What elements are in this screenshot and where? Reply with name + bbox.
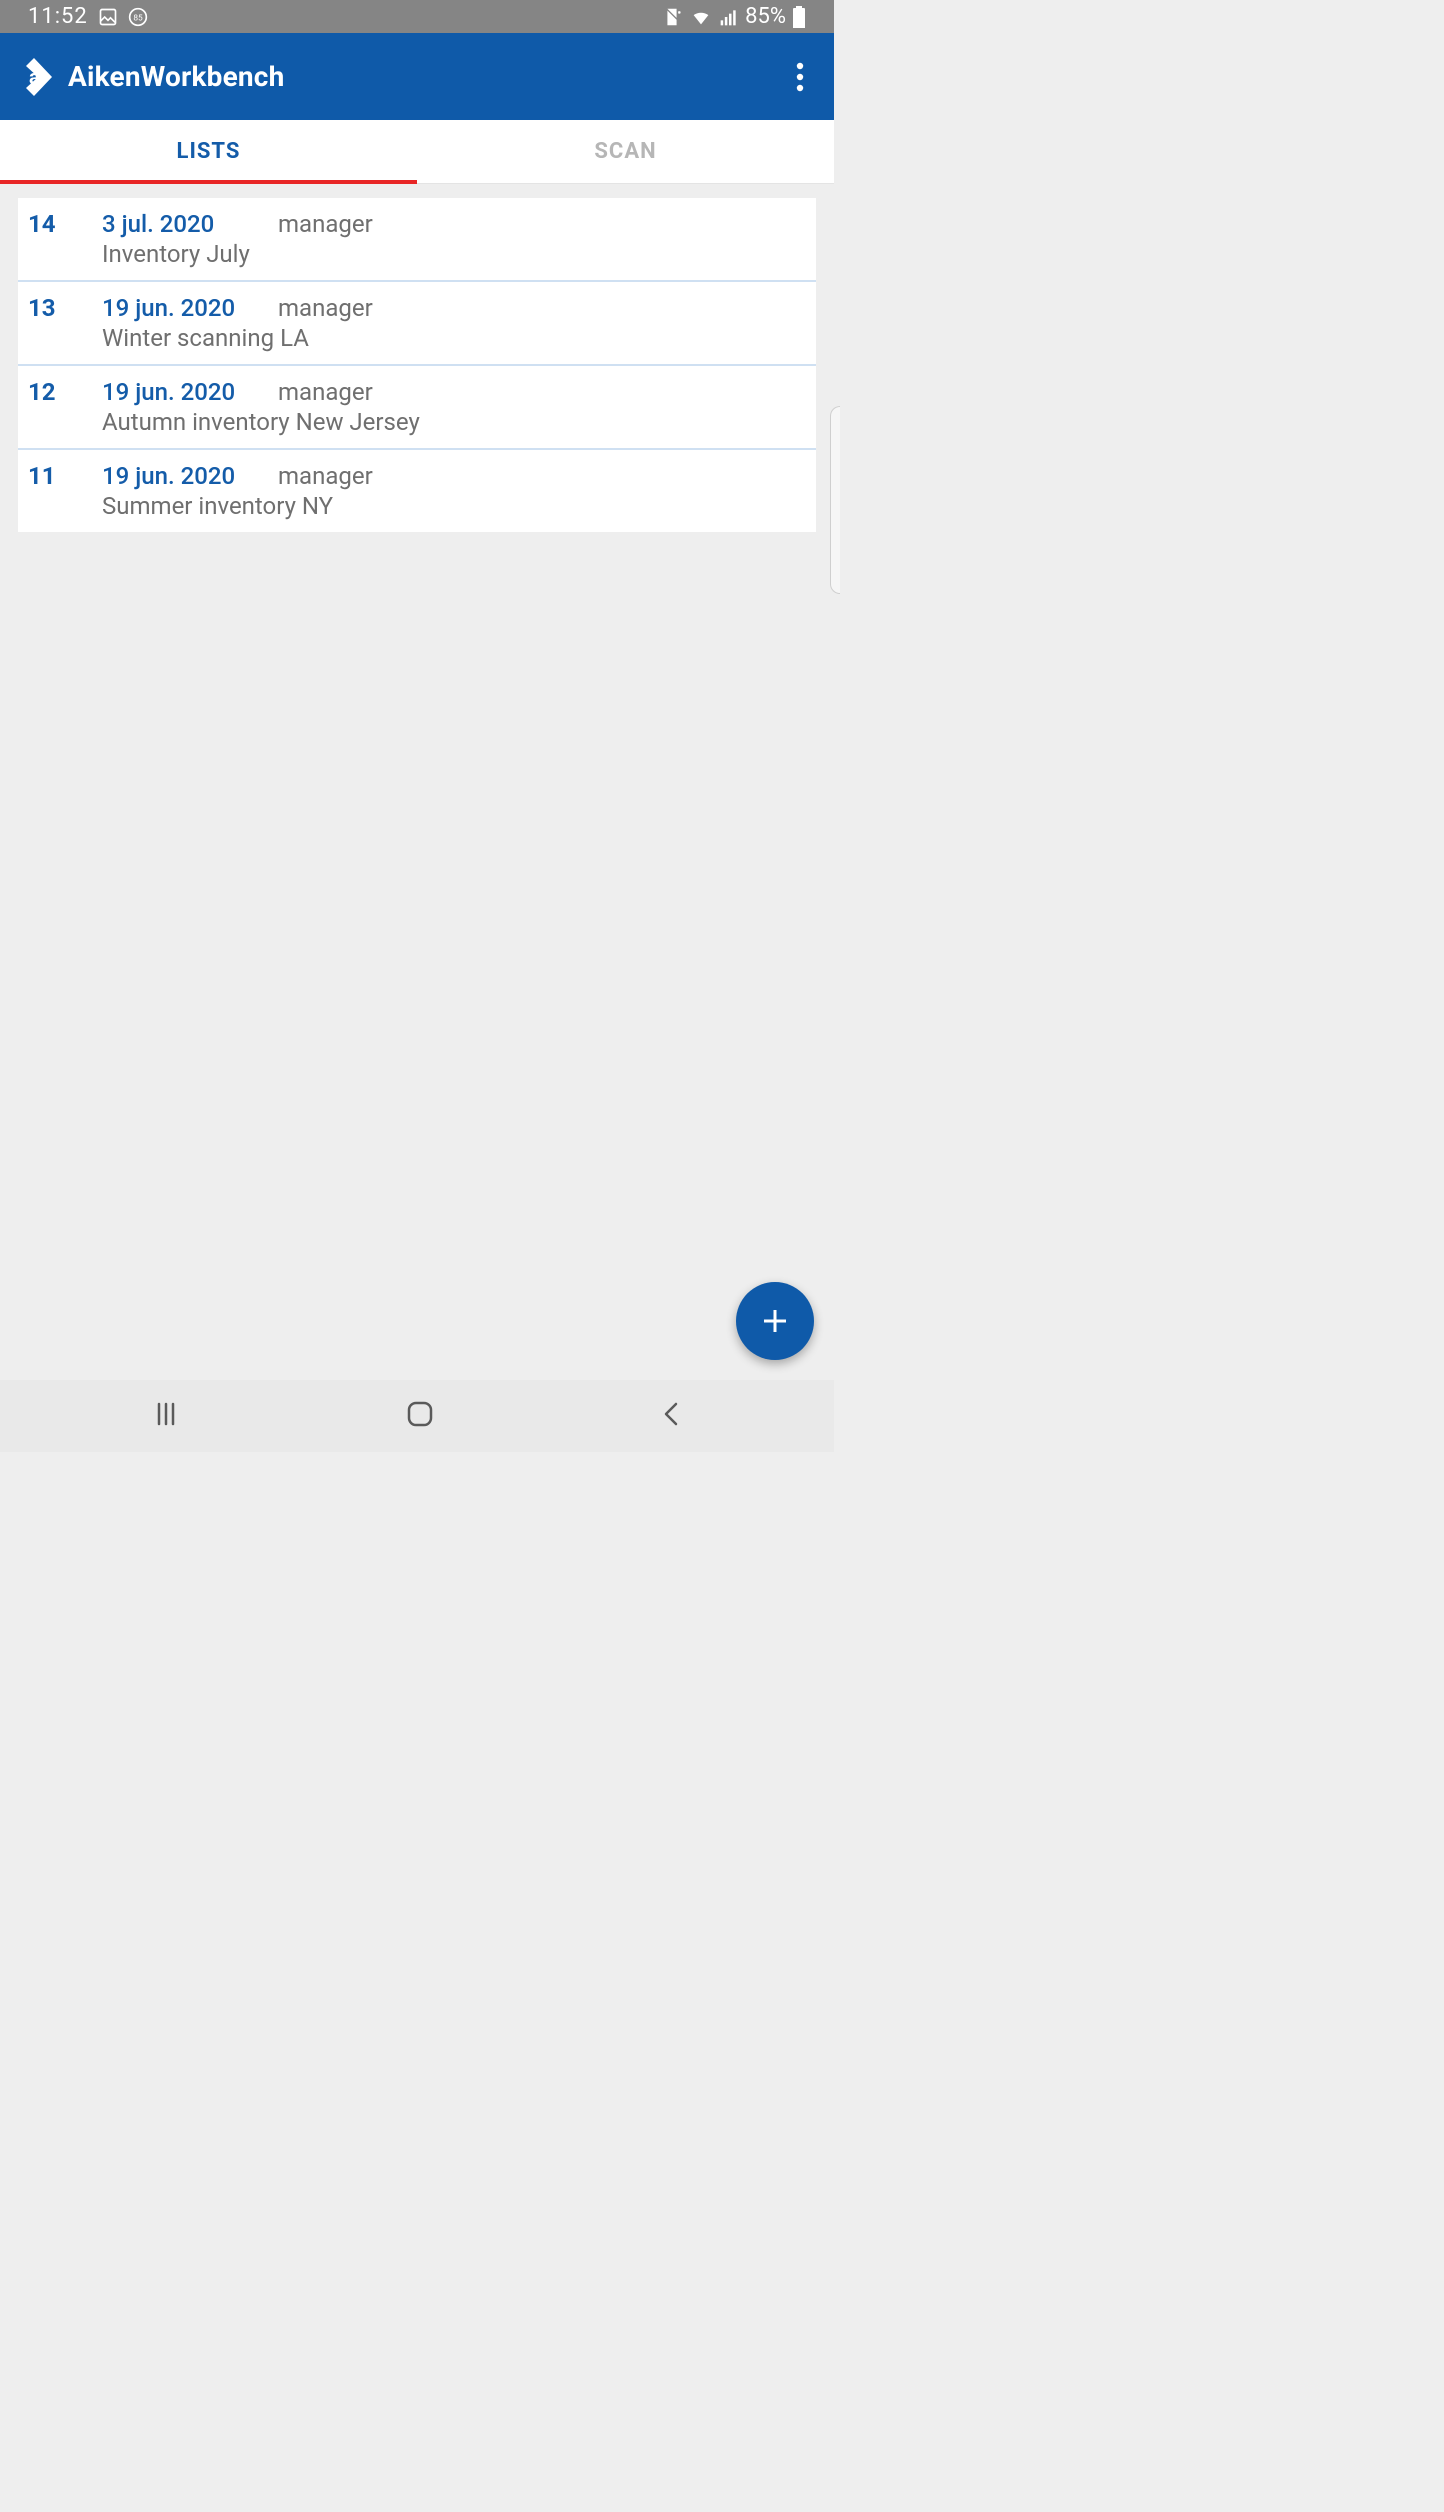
battery-icon [792,6,806,28]
quota-badge-icon: 85 [128,7,148,27]
status-bar: 11:52 85 85% [0,0,834,33]
list-item[interactable]: 12 19 jun. 2020 manager Autumn inventory… [18,366,816,450]
recent-apps-button[interactable] [123,1391,209,1441]
status-right: 85% [661,4,806,29]
lists-container: 14 3 jul. 2020 manager Inventory July 13… [18,198,816,532]
status-time: 11:52 [28,4,88,29]
tab-lists[interactable]: LISTS [0,120,417,183]
list-item-id: 12 [28,376,102,406]
list-item-id: 11 [28,460,102,490]
list-item-owner: manager [278,376,806,406]
logo-chevron-icon: a [16,52,66,102]
app-logo[interactable]: a AikenWorkbench [16,52,284,102]
list-item-owner: manager [278,292,806,322]
list-item-description: Autumn inventory New Jersey [102,408,806,436]
list-item[interactable]: 14 3 jul. 2020 manager Inventory July [18,198,816,282]
back-button[interactable] [631,1390,711,1442]
list-item-description: Summer inventory NY [102,492,806,520]
home-button[interactable] [375,1389,465,1443]
content-area: 14 3 jul. 2020 manager Inventory July 13… [0,184,834,1380]
tab-bar: LISTS SCAN [0,120,834,184]
list-item[interactable]: 11 19 jun. 2020 manager Summer inventory… [18,450,816,532]
list-item-date: 3 jul. 2020 [102,208,278,238]
wifi-icon [689,6,713,28]
recent-icon [153,1401,179,1427]
signal-icon [719,7,739,27]
list-item-date: 19 jun. 2020 [102,376,278,406]
overflow-menu-button[interactable] [782,52,818,102]
list-item-description: Winter scanning LA [102,324,806,352]
add-list-fab[interactable] [736,1282,814,1360]
svg-text:85: 85 [133,13,143,23]
scroll-handle[interactable] [830,406,840,594]
list-item-date: 19 jun. 2020 [102,292,278,322]
plus-icon [760,1306,790,1336]
list-item-id: 14 [28,208,102,238]
svg-text:a: a [29,65,40,89]
system-nav-bar [0,1380,834,1452]
app-title: AikenWorkbench [68,60,284,93]
list-item-owner: manager [278,460,806,490]
vibrate-mute-icon [661,6,683,28]
list-item[interactable]: 13 19 jun. 2020 manager Winter scanning … [18,282,816,366]
image-icon [98,7,118,27]
list-item-date: 19 jun. 2020 [102,460,278,490]
battery-text: 85% [745,4,786,29]
list-item-owner: manager [278,208,806,238]
back-icon [661,1400,681,1428]
tab-scan[interactable]: SCAN [417,120,834,183]
app-header: a AikenWorkbench [0,33,834,120]
status-left: 11:52 85 [28,4,148,29]
list-item-description: Inventory July [102,240,806,268]
tab-lists-label: LISTS [177,139,241,164]
more-vert-icon [796,62,804,92]
home-icon [405,1399,435,1429]
tab-scan-label: SCAN [594,139,656,164]
list-item-id: 13 [28,292,102,322]
